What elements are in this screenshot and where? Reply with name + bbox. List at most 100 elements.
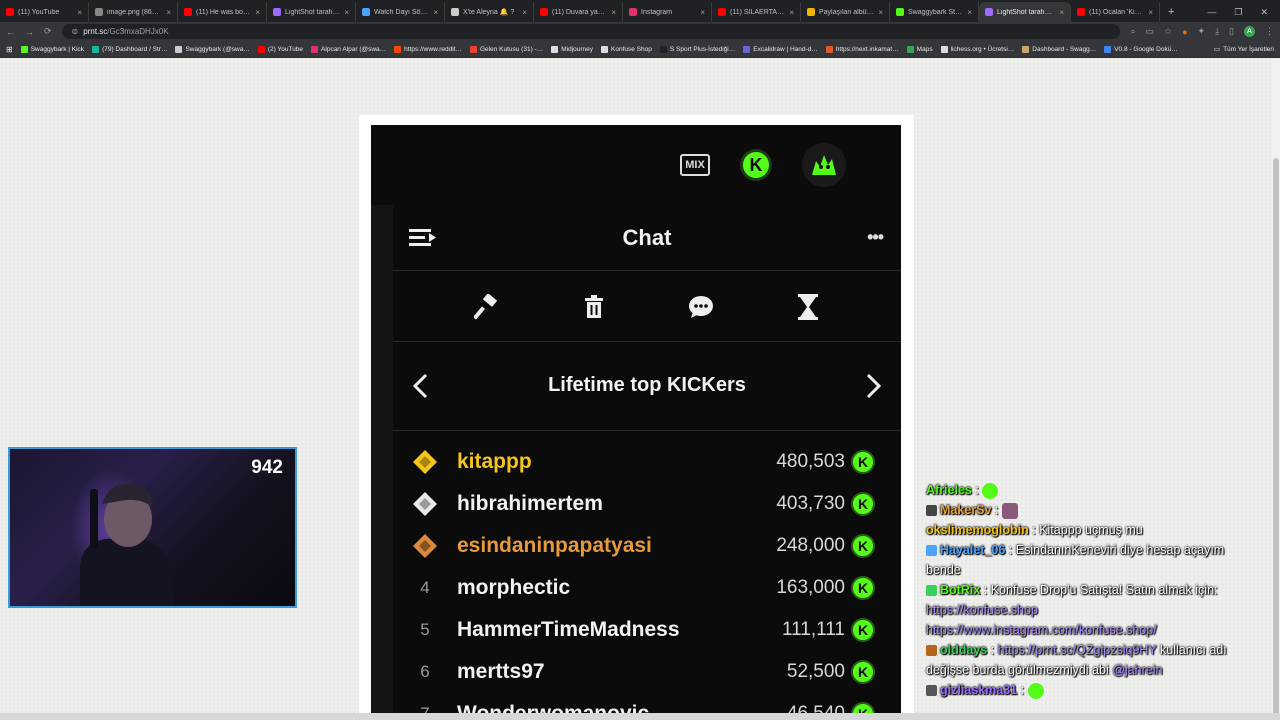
chat-bubble-icon[interactable] (681, 287, 721, 327)
bookmark-item[interactable]: Excalidraw | Hand-d… (743, 45, 818, 53)
profile-avatar[interactable]: A (1244, 26, 1255, 37)
tab-close-icon[interactable]: × (344, 8, 349, 17)
trash-icon[interactable] (574, 287, 614, 327)
browser-tab[interactable]: Paylaşılan albüm - … × (801, 2, 890, 22)
minimize-icon[interactable]: — (1207, 7, 1216, 17)
bookmark-item[interactable]: Midjourney (551, 45, 593, 53)
chat-username[interactable]: okslimemoglobin (926, 523, 1029, 537)
browser-tab[interactable]: (11) Öcalan 'Kimse… × (1071, 2, 1160, 22)
tab-close-icon[interactable]: × (1148, 8, 1153, 17)
mix-icon[interactable]: MIX (680, 154, 710, 176)
browser-tab[interactable]: image.png (867×8… × (89, 2, 178, 22)
hammer-icon[interactable] (467, 287, 507, 327)
leaderboard-row[interactable]: 6 mertts97 52,500 K (393, 651, 901, 693)
tab-close-icon[interactable]: × (166, 8, 171, 17)
chat-username[interactable]: olddays (940, 643, 987, 657)
chevron-right-icon[interactable] (865, 373, 883, 404)
cast-icon[interactable]: ▭ (1145, 26, 1154, 37)
browser-tab[interactable]: LightShot tarafından…× (267, 2, 356, 22)
browser-menu-icon[interactable]: ⋮ (1265, 26, 1274, 37)
chat-link[interactable]: https://konfuse.shop (926, 600, 1256, 620)
vertical-scrollbar[interactable] (1272, 58, 1280, 718)
tab-close-icon[interactable]: × (255, 8, 260, 17)
tab-close-icon[interactable]: × (433, 8, 438, 17)
bookmark-label: Dashboard - Swagg… (1032, 45, 1097, 53)
forward-icon[interactable]: → (25, 27, 34, 37)
tab-close-icon[interactable]: × (77, 8, 82, 17)
chat-username[interactable]: Hayalet_06 (940, 543, 1005, 557)
username[interactable]: morphectic (457, 576, 725, 600)
bookmark-item[interactable]: V0.8 - Google Dokü… (1104, 45, 1178, 53)
download-icon[interactable]: ⤓ (1215, 26, 1219, 37)
window-controls: — ❐ ✕ (1207, 2, 1280, 22)
bookmark-item[interactable]: Swaggybark | Kick (20, 45, 84, 53)
bookmark-item[interactable]: lichess.org • Ücretsi… (940, 45, 1014, 53)
hourglass-icon[interactable] (788, 287, 828, 327)
browser-tab[interactable]: Instagram × (623, 2, 712, 22)
chat-username[interactable]: Afrieles (926, 483, 972, 497)
bookmark-item[interactable]: S Sport Plus-İstediği… (659, 45, 735, 53)
close-window-icon[interactable]: ✕ (1260, 7, 1268, 18)
leaderboard-row[interactable]: 4 morphectic 163,000 K (393, 567, 901, 609)
url-input[interactable]: ⊜ prnt.sc/Gc3mxaDHJx0K (61, 24, 1121, 39)
bookmark-item[interactable]: https://next.inkamat… (825, 45, 899, 53)
tab-title: Swaggybark Stream… (908, 8, 963, 16)
site-info-icon[interactable]: ⊜ (72, 27, 79, 36)
tab-close-icon[interactable]: × (522, 8, 527, 17)
bookmark-item[interactable]: (79) Dashboard / Str… (92, 45, 167, 53)
zoom-icon[interactable]: ⌕ (1130, 26, 1135, 37)
browser-tab[interactable]: Watch Dayı Sözlük |× (356, 2, 445, 22)
bookmark-item[interactable]: Swaggybark (@swa… (175, 45, 250, 53)
scroll-thumb[interactable] (1273, 158, 1279, 718)
browser-tab[interactable]: (11) YouTube × (0, 2, 89, 22)
kick-logo-icon[interactable]: K (740, 149, 772, 181)
username[interactable]: esindaninpapatyasi (457, 534, 725, 558)
tab-close-icon[interactable]: × (878, 8, 883, 17)
bookmark-star-icon[interactable]: ☆ (1164, 26, 1172, 37)
chat-username[interactable]: MakerSv (940, 503, 991, 517)
bookmark-item[interactable]: Gelen Kutusu (31) -… (469, 45, 543, 53)
chat-username[interactable]: BotRix (940, 583, 980, 597)
new-tab-button[interactable]: + (1160, 2, 1182, 22)
tab-close-icon[interactable]: × (1059, 8, 1064, 17)
browser-tab[interactable]: (11) Duvara yansıyor…× (534, 2, 623, 22)
browser-tab[interactable]: (11) He was boiling…× (178, 2, 267, 22)
tab-close-icon[interactable]: × (789, 8, 794, 17)
username[interactable]: hibrahimertem (457, 492, 725, 516)
bookmark-item[interactable]: Alpcan Alpar (@swa… (311, 45, 386, 53)
user-avatar[interactable] (802, 143, 846, 187)
back-icon[interactable]: ← (6, 27, 15, 37)
username[interactable]: kitappp (457, 450, 725, 474)
horizontal-scrollbar[interactable] (0, 713, 1280, 720)
tab-close-icon[interactable]: × (611, 8, 616, 17)
extension-icon[interactable]: ● (1182, 27, 1187, 37)
bookmark-item[interactable]: Maps (906, 45, 933, 53)
bookmark-item[interactable]: (2) YouTube (257, 45, 303, 53)
username[interactable]: mertts97 (457, 660, 725, 684)
tab-close-icon[interactable]: × (967, 8, 972, 17)
sidepanel-icon[interactable]: ▯ (1229, 26, 1234, 37)
maximize-icon[interactable]: ❐ (1234, 7, 1242, 18)
browser-tab[interactable]: X'te Aleyna 🔔 ? × (445, 2, 534, 22)
leaderboard-row[interactable]: esindaninpapatyasi 248,000 K (393, 525, 901, 567)
chat-link[interactable]: https://prnt.sc/QZgipzsiq9HY (998, 643, 1160, 657)
bookmark-item[interactable]: Dashboard - Swagg… (1022, 45, 1097, 53)
tab-close-icon[interactable]: × (700, 8, 705, 17)
chat-link[interactable]: https://www.instagram.com/konfuse.shop/ (926, 620, 1256, 640)
extensions-puzzle-icon[interactable]: ✦ (1198, 26, 1206, 37)
browser-tab[interactable]: LightShot tarafından × (979, 2, 1071, 22)
bookmark-item[interactable]: https://www.reddit… (394, 45, 462, 53)
bookmark-item[interactable]: Konfuse Shop (601, 45, 652, 53)
reload-icon[interactable]: ⟳ (44, 26, 52, 37)
browser-tab[interactable]: (11) SILAERTAŞ #em… × (712, 2, 801, 22)
leaderboard-row[interactable]: 5 HammerTimeMadness 111,111 K (393, 609, 901, 651)
leaderboard-row[interactable]: hibrahimertem 403,730 K (393, 483, 901, 525)
chat-mention[interactable]: @jahrein (1112, 663, 1162, 677)
browser-tab[interactable]: Swaggybark Stream… × (890, 2, 979, 22)
more-options-icon[interactable]: ••• (867, 227, 884, 248)
all-bookmarks-button[interactable]: ▭ Tüm Yer İşaretleri (1214, 45, 1274, 54)
chat-username[interactable]: gizliaskma31 (940, 683, 1017, 697)
username[interactable]: HammerTimeMadness (457, 618, 725, 642)
apps-grid-icon[interactable]: ⊞ (6, 45, 13, 54)
leaderboard-row[interactable]: kitappp 480,503 K (393, 441, 901, 483)
